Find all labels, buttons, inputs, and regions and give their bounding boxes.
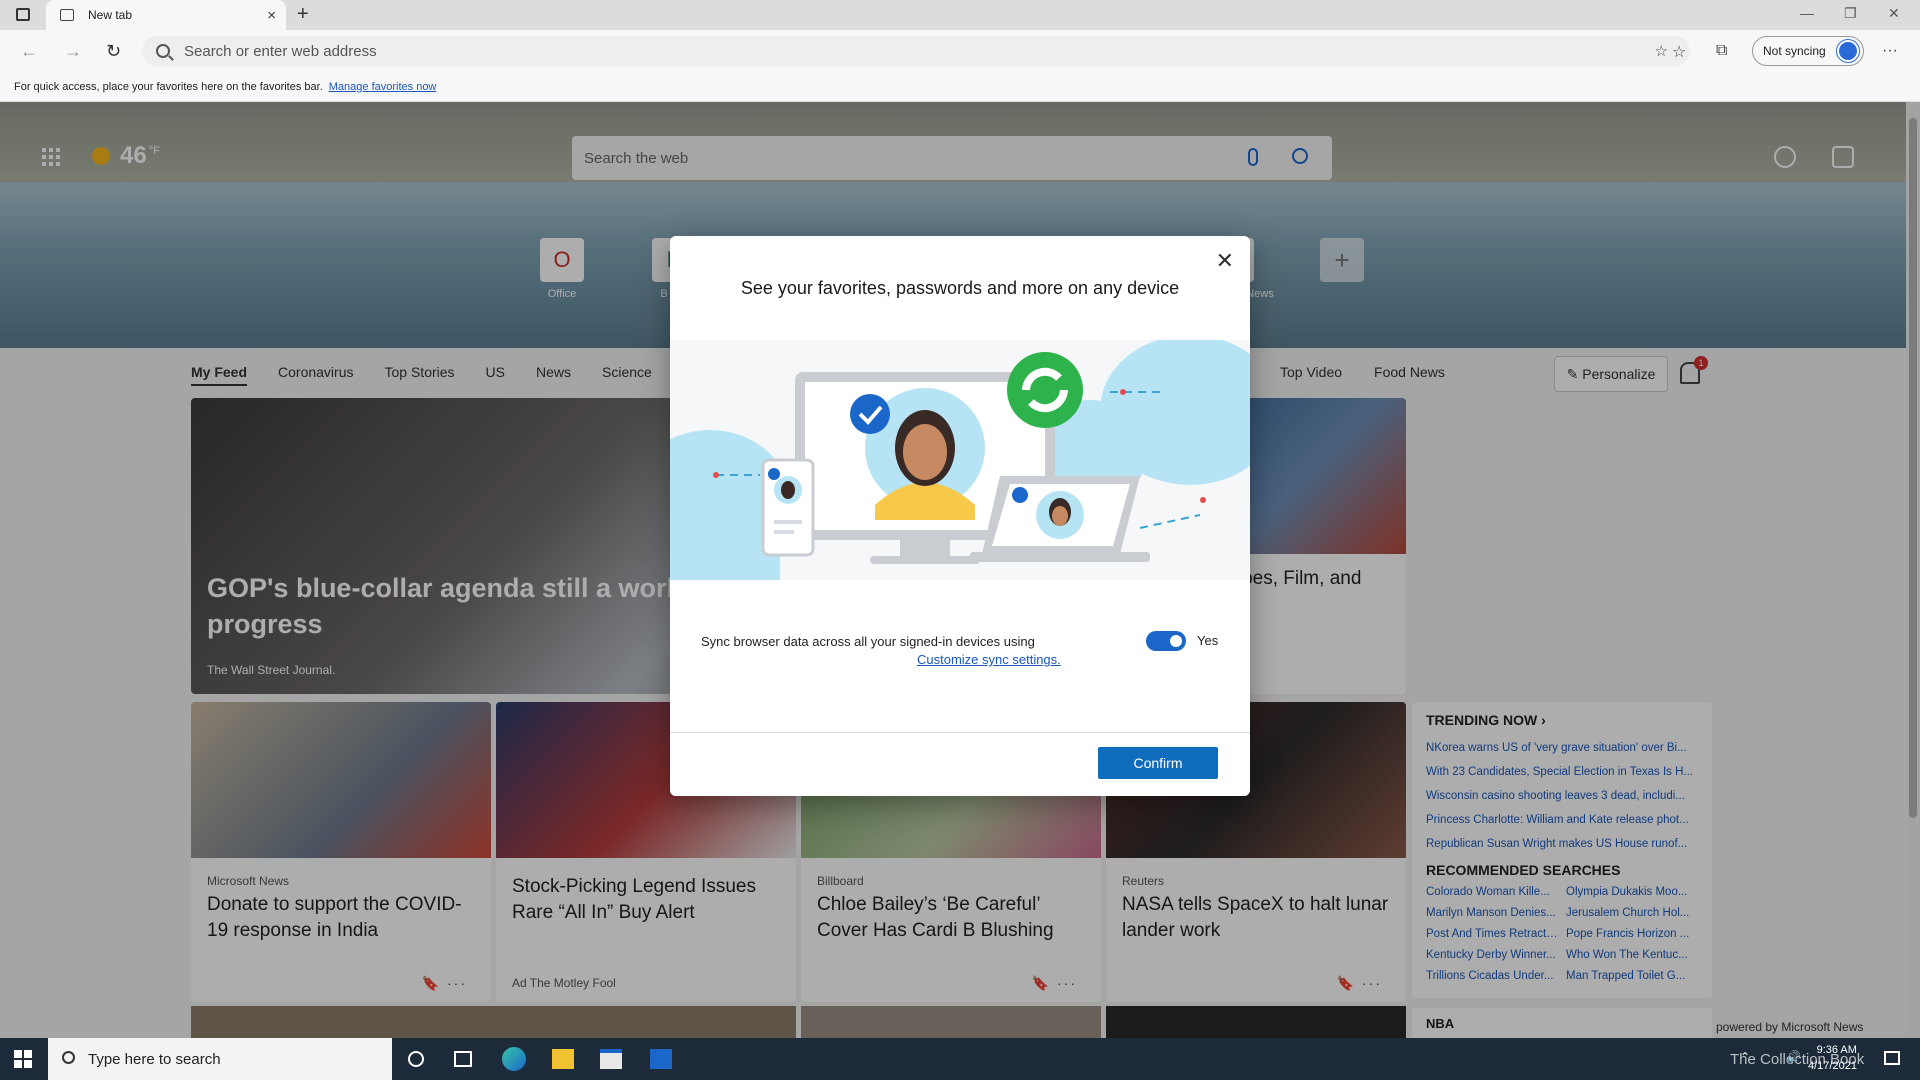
page-icon: [60, 9, 74, 21]
sync-illustration: [670, 340, 1250, 580]
search-icon: [62, 1051, 75, 1064]
file-explorer-icon[interactable]: [552, 1049, 574, 1069]
customize-sync-link[interactable]: Customize sync settings.: [917, 652, 1061, 667]
url-placeholder: Search or enter web address: [184, 42, 377, 60]
dialog-title: See your favorites, passwords and more o…: [740, 278, 1180, 298]
back-arrow-icon[interactable]: ←: [20, 41, 38, 62]
dialog-footer: Confirm: [670, 732, 1250, 796]
clock-date: 4/17/2021: [1808, 1060, 1857, 1072]
new-tab-button[interactable]: +: [297, 3, 309, 26]
manage-favorites-link[interactable]: Manage favorites now: [329, 81, 437, 93]
volume-icon[interactable]: 🔊: [1786, 1050, 1801, 1064]
favorites-bar-message: For quick access, place your favorites h…: [14, 80, 323, 93]
tab-title: New tab: [88, 8, 133, 22]
add-favorite-icon[interactable]: ☆: [1655, 42, 1668, 60]
start-button[interactable]: [14, 1050, 32, 1068]
clock-time: 9:36 AM: [1816, 1044, 1857, 1056]
sync-toggle[interactable]: [1146, 631, 1186, 651]
collections-icon[interactable]: ⧉: [1716, 42, 1727, 60]
title-bar: New tab × + — ❐ ✕: [0, 0, 1920, 30]
refresh-icon[interactable]: ↻: [106, 41, 121, 62]
browser-tab[interactable]: New tab ×: [46, 0, 286, 30]
forward-arrow-icon[interactable]: →: [64, 41, 82, 62]
close-icon[interactable]: ✕: [1216, 248, 1234, 274]
sync-toggle-label: Yes: [1197, 633, 1219, 648]
sync-status: Not syncing: [1763, 44, 1826, 58]
search-icon: [156, 44, 170, 58]
url-input[interactable]: Search or enter web address ☆: [142, 36, 1690, 66]
tab-actions-icon[interactable]: [16, 8, 30, 21]
confirm-button[interactable]: Confirm: [1098, 747, 1218, 779]
sync-description: Sync browser data across all your signed…: [701, 634, 1035, 649]
profile-sync-button[interactable]: Not syncing: [1752, 36, 1864, 66]
taskbar-search-placeholder: Type here to search: [88, 1050, 221, 1068]
devices-illustration: [670, 340, 1250, 580]
task-view-icon[interactable]: [454, 1051, 472, 1067]
favorites-icon[interactable]: ☆: [1672, 42, 1686, 62]
mail-icon[interactable]: [650, 1049, 672, 1069]
cortana-icon[interactable]: [408, 1051, 424, 1067]
address-bar: ← → ↻ Search or enter web address ☆ ☆ ⧉ …: [0, 30, 1920, 72]
taskbar-search[interactable]: Type here to search: [48, 1038, 392, 1080]
notifications-icon[interactable]: [1884, 1051, 1900, 1065]
minimize-button[interactable]: —: [1800, 5, 1814, 21]
tab-close-icon[interactable]: ×: [267, 7, 276, 24]
maximize-button[interactable]: ❐: [1844, 5, 1857, 22]
sync-dialog: ✕ See your favorites, passwords and more…: [670, 236, 1250, 796]
network-icon[interactable]: ⌃: [1740, 1050, 1750, 1064]
close-window-button[interactable]: ✕: [1888, 5, 1900, 22]
favorites-bar: For quick access, place your favorites h…: [0, 72, 1920, 102]
more-menu-icon[interactable]: ···: [1882, 42, 1898, 60]
taskbar-clock[interactable]: 9:36 AM 4/17/2021: [1808, 1042, 1857, 1074]
edge-icon[interactable]: [502, 1047, 526, 1071]
profile-avatar: [1837, 40, 1859, 62]
windows-taskbar: Type here to search The Collection Book …: [0, 1038, 1920, 1080]
store-icon[interactable]: [600, 1049, 622, 1069]
